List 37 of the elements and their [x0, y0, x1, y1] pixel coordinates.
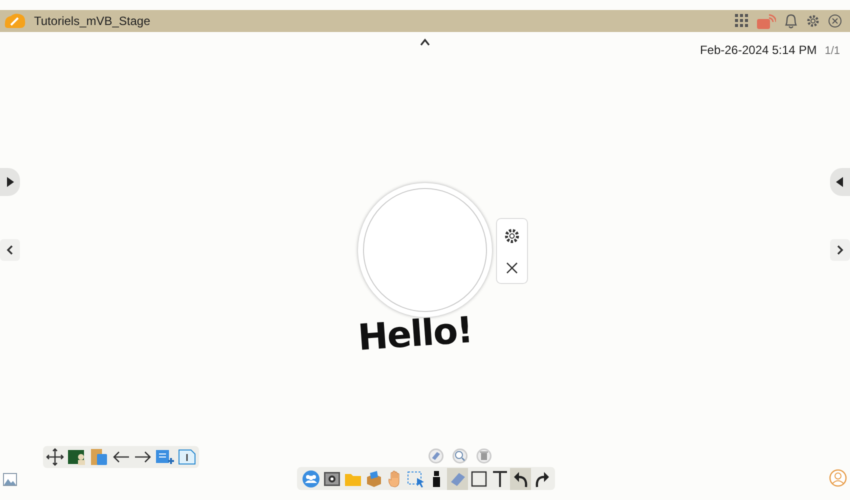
people-icon	[302, 470, 320, 488]
window-title: Tutoriels_mVB_Stage	[34, 13, 150, 30]
page-count: 1/1	[824, 44, 840, 59]
grid-icon[interactable]	[735, 14, 749, 28]
image-icon[interactable]	[3, 473, 17, 486]
square-icon	[470, 470, 488, 488]
move-icon[interactable]	[46, 448, 64, 466]
pencil-icon	[4, 12, 26, 30]
chevron-up-icon[interactable]	[419, 38, 431, 46]
box-icon	[364, 470, 382, 488]
zoom-icon[interactable]	[452, 448, 468, 464]
previous-button[interactable]	[0, 239, 20, 261]
handwritten-text: Hello!	[356, 309, 474, 361]
camera-icon	[322, 470, 340, 488]
board-icon[interactable]	[68, 449, 86, 465]
trash-icon[interactable]	[476, 448, 492, 464]
close-icon[interactable]	[506, 262, 518, 274]
undo-icon	[512, 470, 530, 488]
undo-tool[interactable]	[510, 468, 531, 490]
page-icon[interactable]	[178, 449, 196, 465]
side-tab[interactable]	[830, 168, 850, 196]
triangle-right-icon	[6, 177, 14, 187]
arrow-left-icon[interactable]	[112, 451, 130, 463]
text-icon	[490, 470, 508, 488]
selection-icon	[406, 470, 424, 488]
eraser-icon[interactable]	[428, 448, 444, 464]
arrow-right-icon[interactable]	[134, 451, 152, 463]
triangle-left-icon	[836, 177, 844, 187]
chevron-left-icon	[6, 245, 14, 255]
next-button[interactable]	[830, 239, 850, 261]
clipboard-icon[interactable]	[90, 448, 108, 466]
bell-icon[interactable]	[784, 14, 798, 28]
date-time: Feb-26-2024 5:14 PM	[700, 42, 817, 59]
add-page-icon[interactable]	[156, 449, 174, 465]
settings-icon[interactable]	[504, 228, 520, 244]
chevron-right-icon	[836, 245, 844, 255]
side-tab[interactable]	[0, 168, 20, 196]
